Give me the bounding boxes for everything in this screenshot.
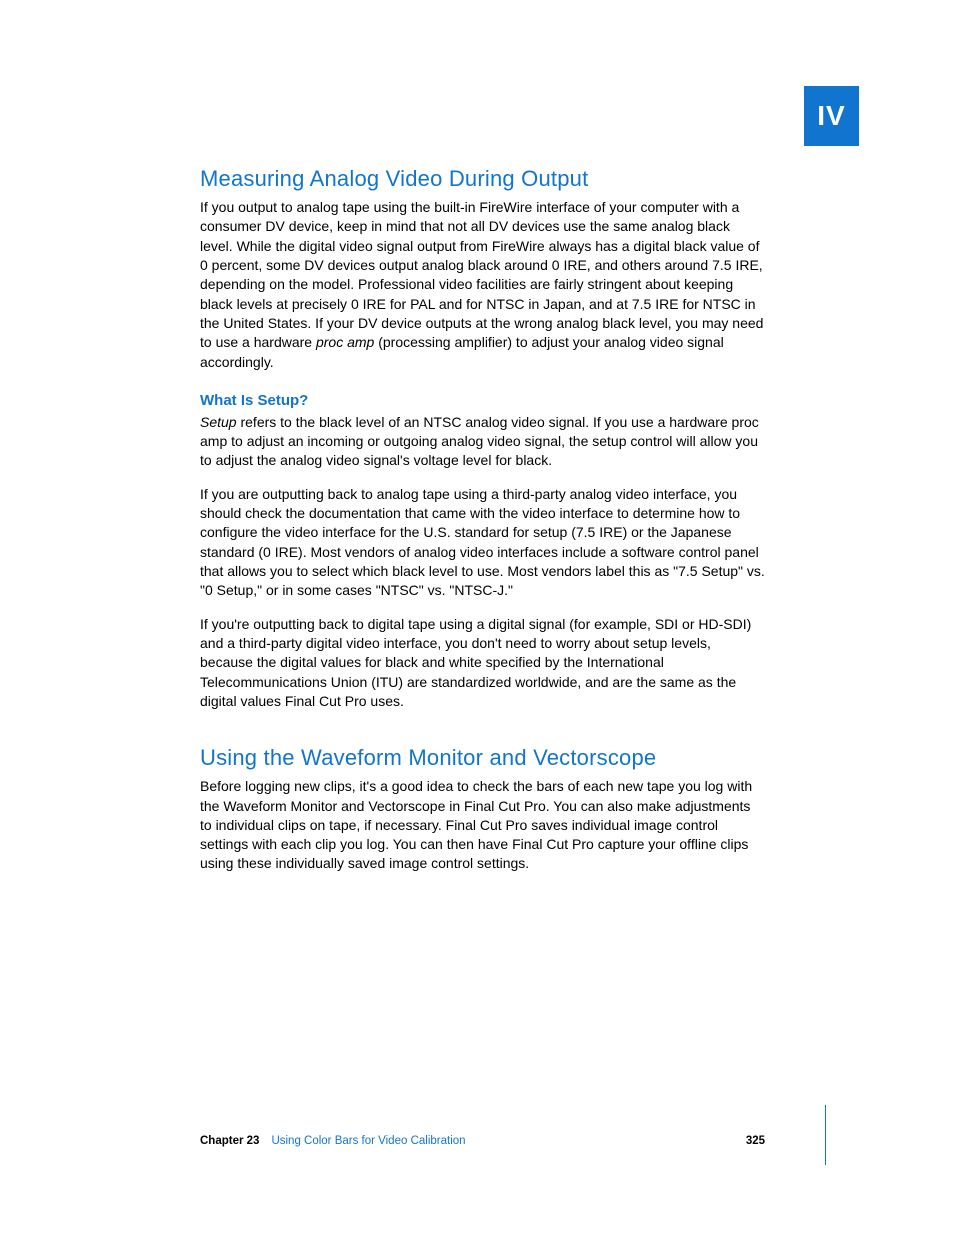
part-tab: IV — [804, 86, 859, 146]
para-sub-p3: If you're outputting back to digital tap… — [200, 615, 765, 712]
para-sub-p1: Setup refers to the black level of an NT… — [200, 413, 765, 471]
page-footer: Chapter 23 Using Color Bars for Video Ca… — [200, 1135, 765, 1147]
footer-page-number: 325 — [746, 1135, 765, 1147]
footer-chapter: Chapter 23 — [200, 1135, 259, 1147]
page-content: Measuring Analog Video During Output If … — [200, 166, 765, 888]
heading-waveform: Using the Waveform Monitor and Vectorsco… — [200, 745, 765, 771]
heading-what-is-setup: What Is Setup? — [200, 392, 765, 409]
para-s1p1: If you output to analog tape using the b… — [200, 198, 765, 372]
text: refers to the black level of an NTSC ana… — [200, 414, 759, 469]
text: If you output to analog tape using the b… — [200, 199, 763, 350]
em-proc-amp: proc amp — [316, 334, 374, 350]
para-s2p1: Before logging new clips, it's a good id… — [200, 777, 765, 874]
footer-title: Using Color Bars for Video Calibration — [271, 1135, 465, 1147]
thumb-rule — [825, 1105, 826, 1165]
para-sub-p2: If you are outputting back to analog tap… — [200, 485, 765, 601]
em-setup: Setup — [200, 414, 237, 430]
heading-measuring-analog: Measuring Analog Video During Output — [200, 166, 765, 192]
footer-left: Chapter 23 Using Color Bars for Video Ca… — [200, 1135, 466, 1147]
